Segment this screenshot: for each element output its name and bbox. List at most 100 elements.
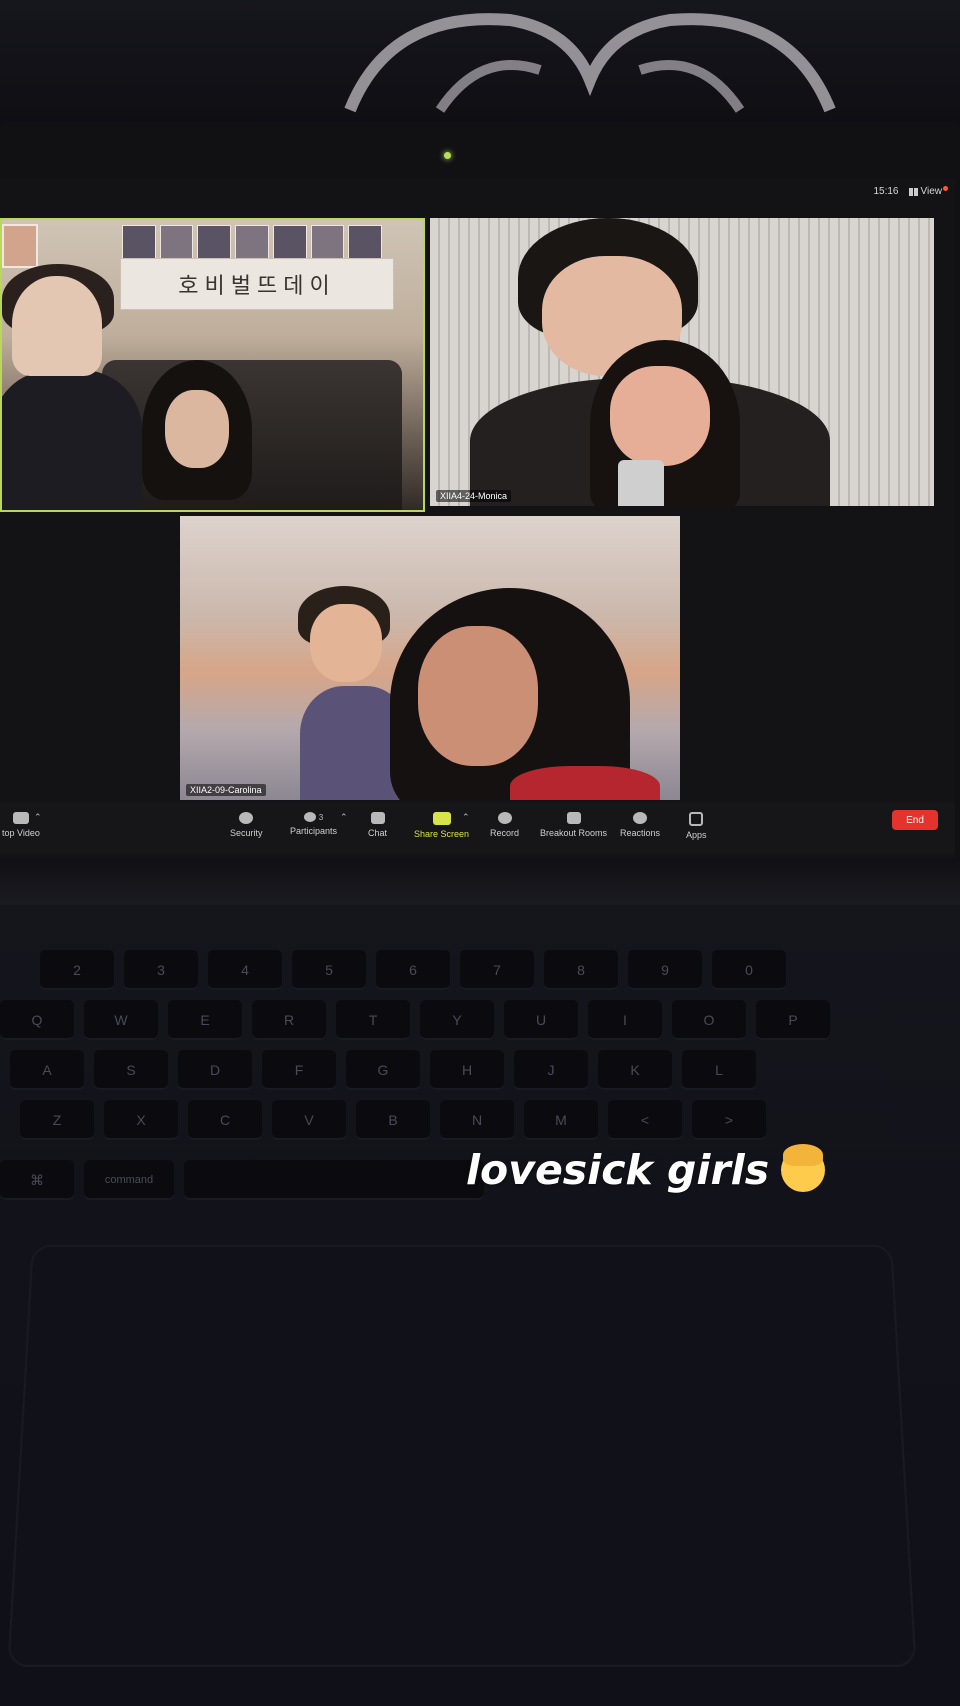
security-button[interactable]: Security (230, 812, 263, 838)
participant-face (310, 604, 382, 682)
key: R (252, 1000, 326, 1040)
camera-icon (12, 812, 29, 824)
spacebar (184, 1160, 484, 1200)
blonde-child-emoji-icon (781, 1144, 826, 1192)
participant-name: XIIA4-24-Monica (436, 490, 512, 502)
keyboard-row-qwerty: Q W E R T Y U I O P (0, 1000, 830, 1040)
key: F (262, 1050, 336, 1090)
key: I (588, 1000, 662, 1040)
breakout-icon (566, 812, 581, 824)
key: Y (420, 1000, 494, 1040)
key: < (608, 1100, 682, 1140)
keyboard-row-numbers: 2 3 4 5 6 7 8 9 0 (40, 950, 786, 990)
key: E (168, 1000, 242, 1040)
webcam-indicator (444, 152, 451, 159)
key: U (504, 1000, 578, 1040)
record-button[interactable]: Record (490, 812, 519, 838)
trackpad (7, 1244, 917, 1667)
key: ⌘ (0, 1160, 74, 1200)
keyboard-row-bottom: Z X C V B N M < > (20, 1100, 766, 1140)
key: S (94, 1050, 168, 1090)
key: 5 (292, 950, 366, 990)
key: X (104, 1100, 178, 1140)
participants-icon-group: 3 (303, 812, 324, 822)
participant-face (610, 366, 710, 466)
phone (618, 460, 664, 506)
caption-text: lovesick girls (466, 1146, 770, 1194)
chevron-up-icon[interactable]: ⌃ (462, 812, 470, 823)
record-label: Record (490, 828, 520, 838)
grid-view-icon (908, 187, 918, 196)
participants-label: Participants (290, 826, 338, 836)
video-tile[interactable]: XIIA4-24-Monica (430, 218, 934, 506)
key: Z (20, 1100, 94, 1140)
participant-face (418, 626, 538, 766)
chat-button[interactable]: Chat (368, 812, 387, 838)
key: 6 (376, 950, 450, 990)
story-caption: lovesick girls (466, 1144, 826, 1194)
key: A (10, 1050, 84, 1090)
key: G (346, 1050, 420, 1090)
stop-video-label: top Video (2, 828, 40, 838)
key: C (188, 1100, 262, 1140)
keyboard-row-home: A S D F G H J K L (10, 1050, 756, 1090)
key: Q (0, 1000, 74, 1040)
reactions-button[interactable]: Reactions (620, 812, 660, 838)
breakout-rooms-label: Breakout Rooms (540, 828, 608, 838)
key: P (756, 1000, 830, 1040)
video-tile[interactable]: XIIA2-09-Carolina (180, 516, 680, 800)
key: 7 (460, 950, 534, 990)
key: N (440, 1100, 514, 1140)
key: V (272, 1100, 346, 1140)
chat-label: Chat (368, 828, 388, 838)
top-right-controls: 15:16 View (873, 186, 948, 197)
people-icon (303, 812, 316, 822)
key: K (598, 1050, 672, 1090)
key: W (84, 1000, 158, 1040)
share-screen-button[interactable]: Share Screen (414, 812, 469, 839)
participant-face (12, 276, 102, 376)
reactions-icon (633, 812, 648, 824)
key: 4 (208, 950, 282, 990)
chevron-up-icon[interactable]: ⌃ (34, 812, 42, 823)
key: 8 (544, 950, 618, 990)
reactions-label: Reactions (620, 828, 661, 838)
key: 2 (40, 950, 114, 990)
key: H (430, 1050, 504, 1090)
laptop-hinge (0, 858, 960, 908)
key: 0 (712, 950, 786, 990)
breakout-rooms-button[interactable]: Breakout Rooms (540, 812, 607, 838)
share-screen-icon (432, 812, 451, 825)
participant-figure (2, 370, 142, 510)
key: O (672, 1000, 746, 1040)
key: 9 (628, 950, 702, 990)
apps-button[interactable]: Apps (686, 812, 707, 840)
view-button[interactable]: View (908, 186, 948, 197)
participant-clothing (510, 766, 660, 800)
key: T (336, 1000, 410, 1040)
apps-label: Apps (686, 830, 707, 840)
video-tile-active-speaker[interactable]: 호비벌뜨데이 (0, 218, 425, 512)
end-meeting-button[interactable]: End (892, 810, 938, 830)
security-label: Security (230, 828, 263, 838)
participants-count: 3 (318, 812, 324, 822)
participant-face (165, 390, 229, 468)
key: command (84, 1160, 174, 1200)
shield-icon (239, 812, 254, 824)
chevron-up-icon[interactable]: ⌃ (340, 812, 348, 823)
key: 3 (124, 950, 198, 990)
wall-photo (2, 224, 38, 268)
apps-icon (689, 812, 704, 826)
wall-photo-strip (122, 225, 383, 259)
key: B (356, 1100, 430, 1140)
notification-dot (943, 186, 948, 191)
participant-name: XIIA2-09-Carolina (186, 784, 266, 796)
chat-icon (370, 812, 385, 824)
view-label: View (920, 186, 943, 197)
key: L (682, 1050, 756, 1090)
keyboard-row-modifiers: ⌘ command (0, 1160, 484, 1200)
clock: 15:16 (873, 186, 899, 197)
participants-button[interactable]: 3 Participants (290, 812, 337, 836)
key: > (692, 1100, 766, 1140)
key: M (524, 1100, 598, 1140)
